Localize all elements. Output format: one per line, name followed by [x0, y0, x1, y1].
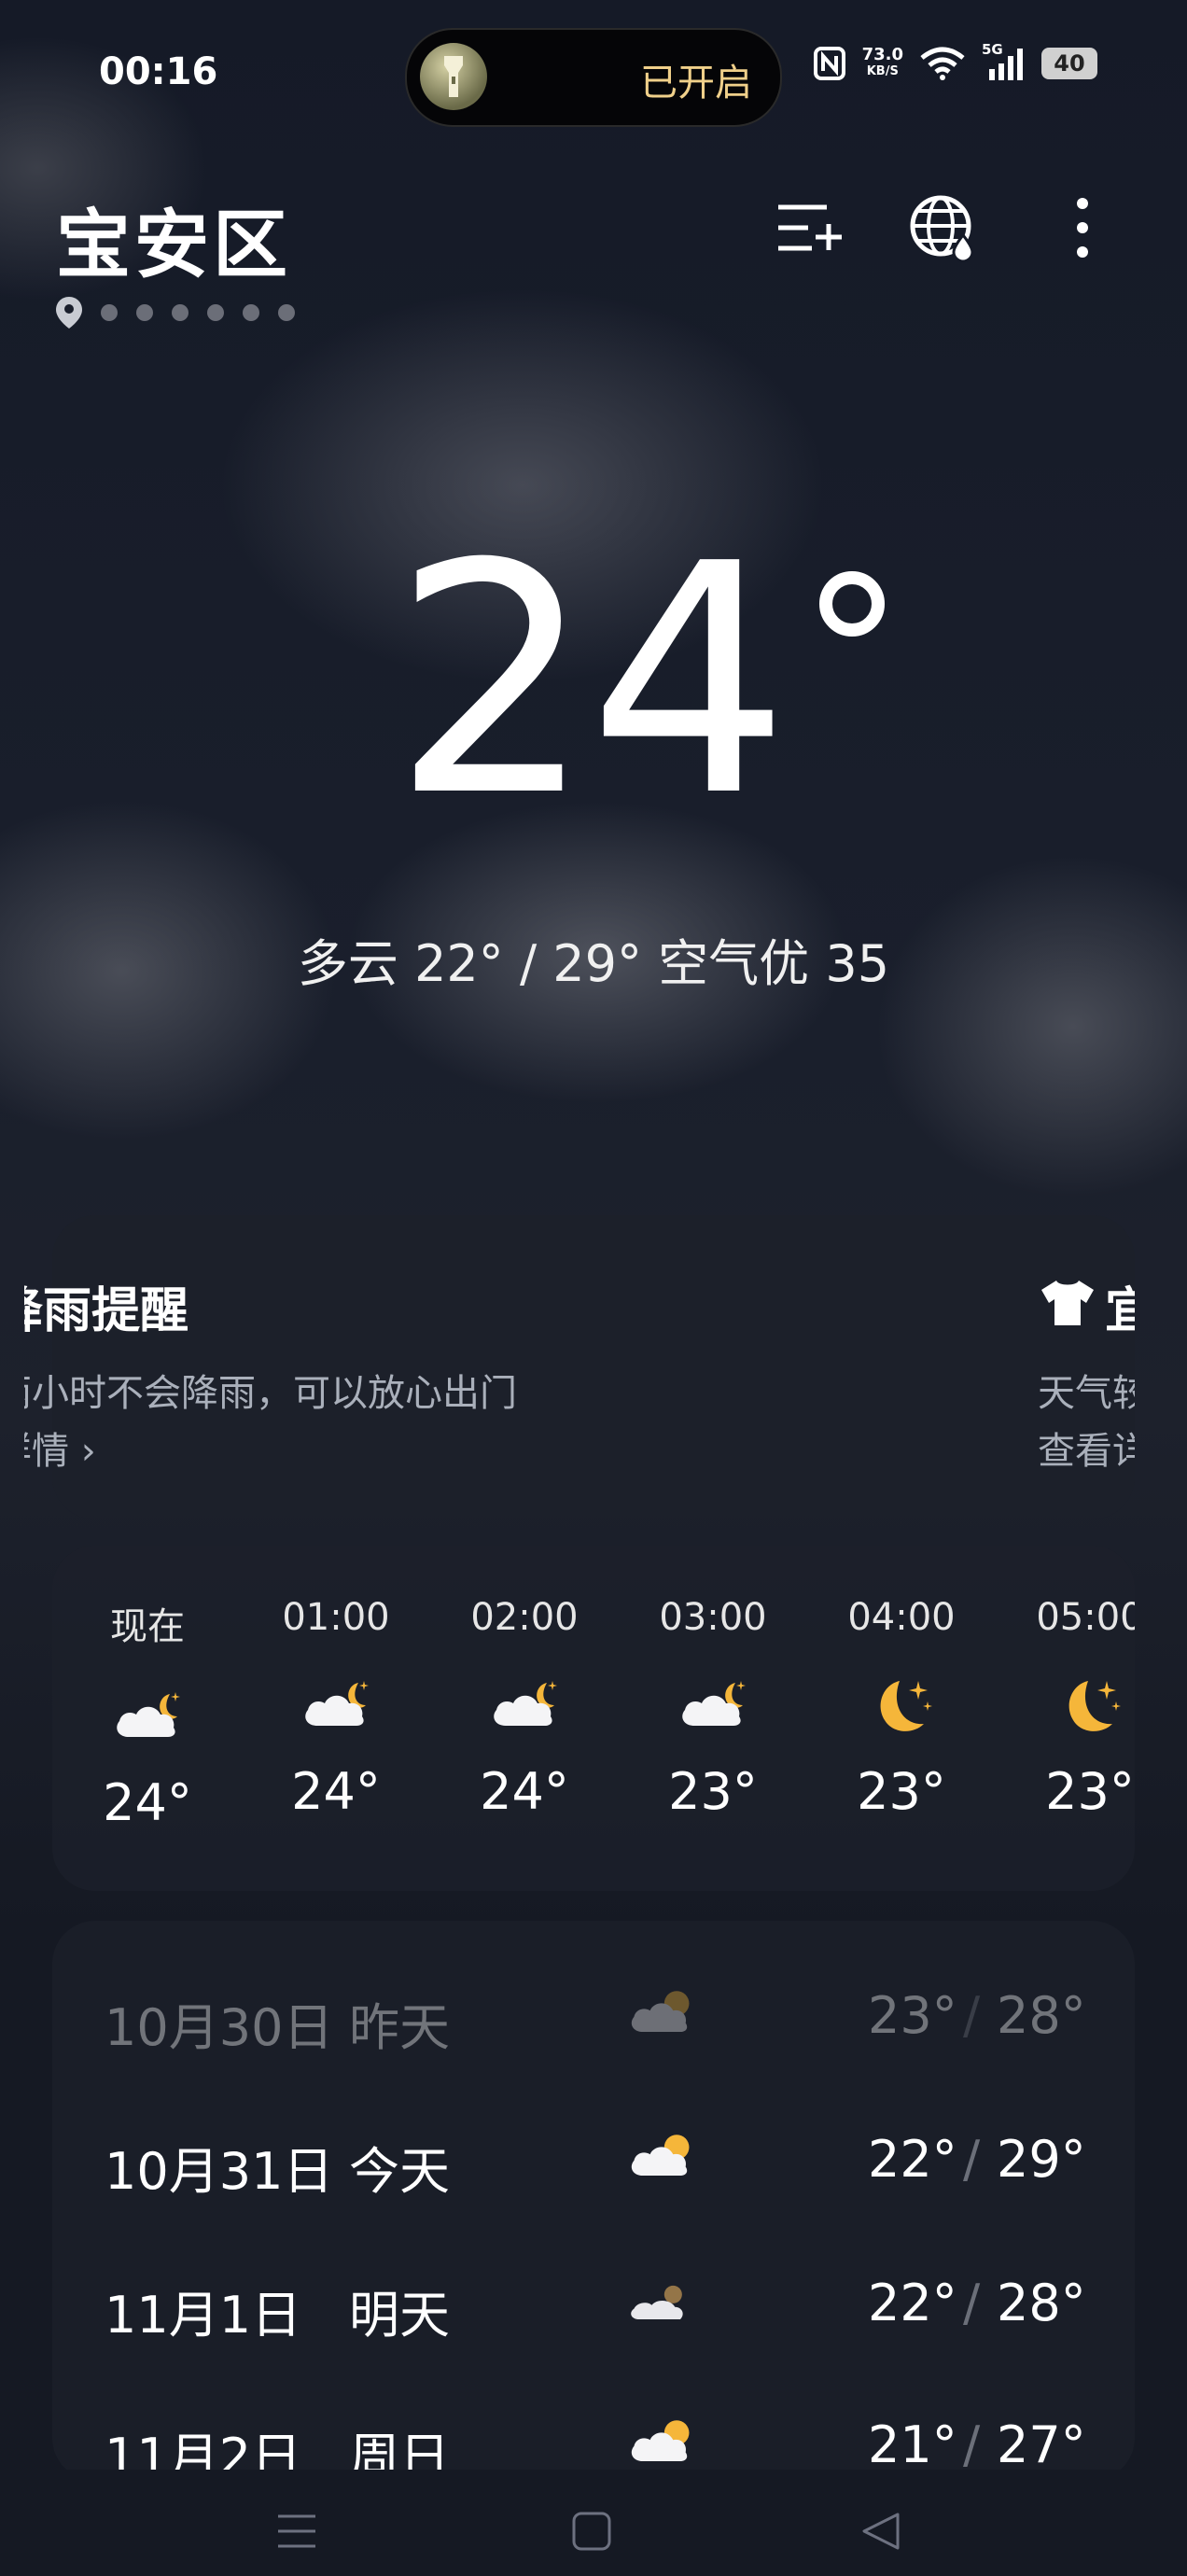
rain-reminder-title: 降雨提醒	[0, 1283, 189, 1339]
daily-list: 10月30日 昨天 23°/28° 10月31日 今天 22°/29° 11月1日 明天 22°…	[0, 1921, 1187, 2470]
hourly-time: 04:00	[847, 1596, 956, 1639]
battery-indicator: 40	[1041, 48, 1097, 79]
daily-weekday: 今天	[349, 2142, 450, 2201]
hourly-item[interactable]: 05:00 23°	[1006, 1596, 1135, 1821]
daily-weekday: 昨天	[349, 1998, 450, 2057]
partly-cloudy-night-icon	[494, 1681, 557, 1726]
page-dot	[101, 304, 118, 321]
hourly-item[interactable]: 03:00 23°	[629, 1596, 797, 1821]
location-pin-icon	[56, 297, 82, 329]
daily-date: 10月31日	[105, 2142, 334, 2201]
nfc-icon	[813, 47, 845, 80]
hourly-temp: 23°	[1045, 1762, 1135, 1821]
partly-cloudy-icon	[631, 1991, 690, 2033]
clear-night-icon	[880, 1681, 932, 1731]
partly-cloudy-icon	[631, 2420, 690, 2462]
hourly-item[interactable]: 01:00 24°	[252, 1596, 420, 1821]
daily-high: 28°	[997, 1986, 1086, 2045]
page-dot	[278, 304, 295, 321]
hourly-temp: 24°	[291, 1762, 381, 1821]
hourly-temp: 23°	[857, 1762, 946, 1821]
daily-low: 22°	[868, 2130, 957, 2189]
weather-summary[interactable]: 多云 22° / 29° 空气优 35	[0, 922, 1187, 996]
daily-date: 10月30日	[105, 1998, 334, 2057]
hourly-time: 01:00	[282, 1596, 390, 1639]
dress-details-link: 查看详	[1038, 1430, 1135, 1473]
daily-weekday: 明天	[349, 2286, 450, 2345]
flashlight-live-pill[interactable]: 已开启	[405, 28, 782, 127]
daily-row[interactable]: 10月30日 昨天 23°/ 28°	[105, 1986, 1086, 2061]
flashlight-status: 已开启	[640, 62, 752, 105]
more-menu-icon[interactable]	[1064, 194, 1101, 263]
temp-separator: /	[963, 2274, 981, 2332]
status-time: 00:16	[99, 50, 218, 93]
status-icons: 73.0 KB/S 5G 40	[813, 41, 1097, 80]
daily-low: 21°	[868, 2415, 957, 2470]
hourly-item[interactable]: 02:00 24°	[440, 1596, 608, 1821]
degree-symbol	[819, 571, 885, 637]
page-dot	[243, 304, 259, 321]
partly-cloudy-icon	[631, 2135, 690, 2177]
daily-weekday: 周日	[349, 2428, 450, 2470]
add-city-icon[interactable]	[775, 194, 844, 263]
cellular-signal-icon: 5G	[982, 41, 1025, 80]
daily-low: 22°	[868, 2274, 957, 2332]
daily-date: 11月1日	[105, 2286, 302, 2345]
page-dot	[136, 304, 153, 321]
hourly-temp: 24°	[103, 1773, 192, 1832]
daily-row[interactable]: 10月31日 今天 22°/ 29°	[105, 2130, 1086, 2205]
dress-title: 宜	[1105, 1283, 1135, 1339]
temp-separator: /	[963, 2130, 981, 2189]
city-name[interactable]: 宝安区	[56, 185, 291, 293]
cloudy-icon	[631, 2285, 683, 2320]
dress-card-partial[interactable]: 宜 天气较 查看详	[1038, 1215, 1135, 1519]
rain-reminder-desc: 两小时不会降雨，可以放心出门	[0, 1372, 517, 1415]
location-page-indicator	[56, 297, 295, 329]
page-dot	[207, 304, 224, 321]
daily-date: 11月2日	[105, 2428, 302, 2470]
back-icon[interactable]	[860, 2511, 901, 2552]
globe-weather-icon[interactable]	[909, 194, 980, 265]
hourly-list: 现在 24° 01:00 24° 02:00 24° 03:00 23° 04:00 23° 05:…	[52, 1546, 1135, 1891]
clear-night-icon	[1068, 1681, 1121, 1731]
hourly-time: 02:00	[470, 1596, 579, 1639]
daily-high: 28°	[997, 2274, 1086, 2332]
hourly-time: 现在	[110, 1605, 185, 1648]
flashlight-icon	[420, 43, 487, 110]
wifi-icon	[920, 47, 965, 80]
partly-cloudy-night-icon	[117, 1692, 180, 1737]
home-icon[interactable]	[571, 2511, 612, 2552]
temp-separator: /	[963, 2415, 981, 2470]
hourly-temp: 23°	[668, 1762, 758, 1821]
page-dot	[172, 304, 189, 321]
hourly-time: 03:00	[659, 1596, 767, 1639]
partly-cloudy-night-icon	[682, 1681, 746, 1726]
hourly-item[interactable]: 04:00 23°	[817, 1596, 985, 1821]
hourly-item[interactable]: 现在 24°	[63, 1596, 231, 1832]
recent-apps-icon[interactable]	[276, 2511, 317, 2552]
partly-cloudy-night-icon	[305, 1681, 369, 1726]
hourly-time: 05:00	[1036, 1596, 1135, 1639]
daily-low: 23°	[868, 1986, 957, 2045]
temp-separator: /	[963, 1986, 981, 2045]
hourly-temp: 24°	[480, 1762, 569, 1821]
daily-row[interactable]: 11月1日 明天 22°/ 28°	[105, 2274, 1086, 2348]
dress-desc: 天气较	[1038, 1372, 1135, 1415]
current-temperature: 24	[392, 497, 790, 866]
daily-row[interactable]: 11月2日 周日 21°/ 27°	[105, 2415, 1086, 2470]
net-speed: 73.0 KB/S	[861, 45, 903, 79]
daily-high: 29°	[997, 2130, 1086, 2189]
daily-high: 27°	[997, 2415, 1086, 2470]
